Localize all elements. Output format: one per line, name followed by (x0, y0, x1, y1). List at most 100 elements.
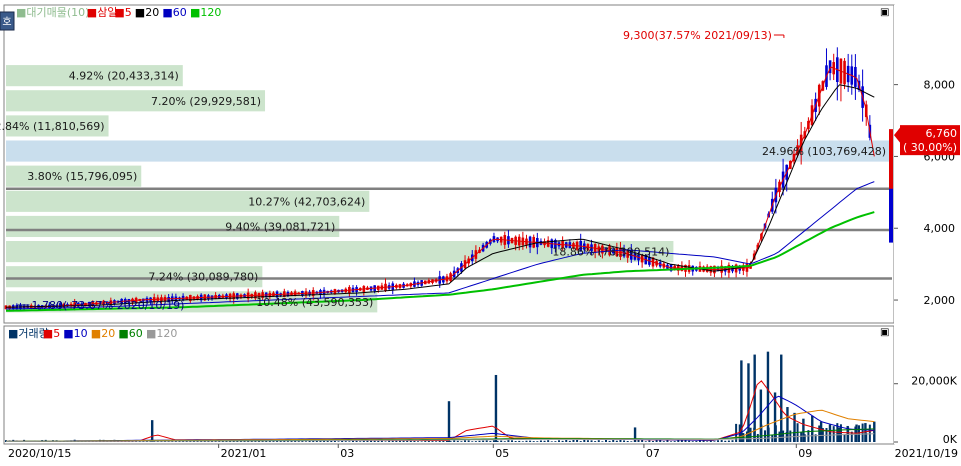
volume-bar (594, 441, 597, 442)
volume-bar (731, 440, 734, 442)
corner-button-label: 호 (2, 16, 11, 28)
x-tick-label: 2021/10/19 (895, 447, 958, 460)
legend-item[interactable]: ■5 (43, 327, 60, 340)
volume-bar (500, 440, 503, 442)
volume-bar (456, 440, 459, 442)
current-price-value: 6,760 (926, 127, 958, 140)
volume-bar (608, 440, 611, 442)
volume-bar (507, 440, 510, 442)
volume-bar (565, 440, 568, 442)
volume-bar (337, 441, 340, 442)
volume-bar (655, 440, 658, 442)
volume-bar (688, 440, 691, 442)
x-tick-label: 2020/10/15 (8, 447, 71, 460)
volume-bar (561, 440, 564, 442)
volume-bar (691, 441, 694, 442)
volume-bar (474, 441, 477, 442)
volume-bar (698, 440, 701, 442)
candle-body (492, 236, 496, 243)
volume-bar (724, 440, 727, 442)
volume-bar (601, 441, 604, 442)
volume-bar (583, 439, 586, 442)
volume-panel-window-button[interactable]: ▣ (880, 327, 889, 338)
volume-bar (485, 440, 488, 442)
volume-bar (362, 440, 365, 442)
volume-bar (478, 440, 481, 442)
volume-bar (543, 440, 546, 442)
volume-bar (514, 441, 517, 442)
legend-item[interactable]: ■120 (146, 327, 177, 340)
x-tick-label: 05 (495, 447, 509, 460)
volume-bar (377, 440, 380, 442)
price-legend: ■대기매물(10)■삼일■5 ■20 ■60 ■120 (16, 5, 221, 19)
x-tick-label: 07 (646, 447, 660, 460)
y-tick-label: 8,000 (924, 79, 956, 92)
legend-item[interactable]: ■10 (63, 327, 87, 340)
volume-spike (747, 363, 750, 442)
volume-profile-label: 18.86% (78,390,514) (552, 246, 669, 259)
volume-bar (467, 440, 470, 442)
volume-bar (529, 440, 532, 442)
volume-bar (521, 441, 524, 442)
volume-bar (623, 440, 626, 442)
volume-bar (464, 440, 467, 442)
volume-spike (802, 418, 805, 442)
volume-bar (764, 430, 767, 442)
volume-bar (615, 440, 618, 442)
volume-y-tick-label: 20,000K (911, 375, 957, 388)
volume-spike (873, 421, 876, 442)
volume-bar (558, 440, 561, 442)
range-bar-up (889, 129, 893, 193)
volume-y-tick-label: 0K (943, 433, 958, 446)
volume-profile-label: 4.92% (20,433,314) (69, 70, 179, 83)
volume-bar (420, 441, 423, 442)
volume-profile-label: 9.40% (39,081,721) (225, 220, 335, 233)
volume-spike (828, 424, 832, 442)
volume-bar (568, 440, 571, 442)
stock-chart: 4.92% (20,433,314) 7.20% (29,929,581) 2.84… (0, 4, 960, 460)
volume-spike (494, 374, 498, 442)
volume-bar (511, 440, 514, 442)
volume-bar (800, 432, 803, 442)
volume-spike (447, 401, 451, 442)
legend-item[interactable]: ■120 (190, 6, 221, 19)
volume-bar (648, 440, 651, 442)
volume-profile-bar (6, 140, 890, 162)
legend-item[interactable]: ■60 (118, 327, 142, 340)
volume-bar (706, 441, 709, 442)
volume-bar (832, 426, 835, 442)
x-tick-label: 09 (798, 447, 812, 460)
volume-bar (749, 427, 752, 442)
volume-bar (547, 440, 550, 442)
volume-bar (868, 424, 871, 442)
annotation-low-label: 1,780(-73.67% 2020/10/19) (32, 299, 185, 312)
volume-bar (579, 441, 582, 442)
legend-item[interactable]: ■삼일 (87, 5, 118, 19)
legend-item[interactable]: ■60 (162, 6, 186, 19)
volume-bar (630, 441, 633, 442)
volume-spike (864, 423, 867, 442)
volume-bar (532, 441, 535, 442)
volume-bar (576, 439, 579, 442)
volume-bar (431, 441, 434, 442)
price-panel-window-button[interactable]: ▣ (880, 7, 889, 18)
volume-bar (673, 441, 676, 442)
legend-item[interactable]: ■20 (91, 327, 115, 340)
legend-item[interactable]: ■20 (135, 6, 159, 19)
volume-bar (717, 440, 720, 442)
y-tick-label: 4,000 (924, 222, 956, 235)
volume-bar (789, 430, 792, 442)
volume-bar (435, 441, 438, 442)
volume-bar (359, 441, 362, 442)
legend-item[interactable]: ■5 (114, 6, 131, 19)
volume-bar (586, 440, 589, 442)
volume-profile-label: 24.96% (103,769,428) (762, 145, 886, 158)
volume-bar (727, 440, 730, 442)
volume-bar (662, 441, 665, 442)
volume-bar (471, 441, 474, 442)
volume-bar (453, 440, 456, 442)
current-price-change: ( 30.00%) (903, 141, 957, 154)
volume-bar (626, 440, 629, 442)
volume-profile-label: 10.27% (42,703,624) (248, 195, 365, 208)
legend-item[interactable]: ■대기매물(10) (16, 6, 89, 19)
